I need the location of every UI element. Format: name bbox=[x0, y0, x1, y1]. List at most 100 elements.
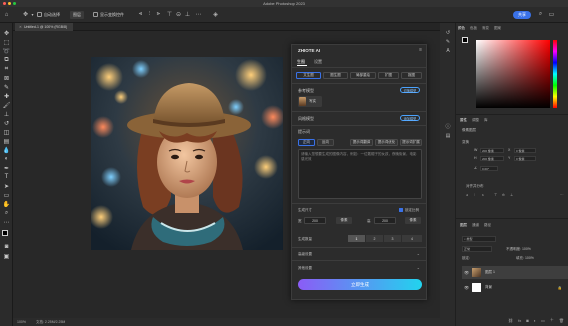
quick-mask-icon[interactable]: ◙ bbox=[2, 243, 11, 251]
prompt-textarea[interactable]: 请输入您想要生成的图像内容，例如：一位戴帽子的女孩，夜晚街景，电影感光效 bbox=[298, 149, 422, 199]
add-model-button[interactable]: 添加模型 bbox=[400, 115, 420, 121]
generate-button[interactable]: 立即生成 bbox=[298, 279, 422, 290]
prompt-optimize-button[interactable]: 提示词优化 bbox=[375, 139, 398, 146]
layer-select-dropdown[interactable]: 图层 bbox=[70, 11, 84, 19]
align-bottom-icon[interactable]: ⊥ bbox=[184, 11, 191, 18]
visibility-eye-icon[interactable]: 👁 bbox=[464, 285, 469, 290]
blur-tool-icon[interactable]: 💧 bbox=[2, 146, 11, 154]
tab-layers[interactable]: 图层 bbox=[460, 223, 467, 228]
count-option-3[interactable]: 3 bbox=[384, 235, 401, 242]
prompt-tab-negative[interactable]: 反向 bbox=[317, 139, 334, 146]
home-icon[interactable]: ⌂ bbox=[3, 11, 10, 18]
prompt-tab-positive[interactable]: 正向 bbox=[298, 139, 315, 146]
count-option-4[interactable]: 4 bbox=[402, 235, 422, 242]
tab-paths[interactable]: 路径 bbox=[484, 223, 491, 228]
opacity-field[interactable]: 不透明度: 100% bbox=[506, 247, 531, 252]
healing-brush-tool-icon[interactable]: ✚ bbox=[2, 92, 11, 100]
show-transform-checkbox[interactable] bbox=[93, 12, 98, 17]
align-right-icon[interactable]: ⫸ bbox=[155, 11, 162, 18]
brush-tool-icon[interactable]: 🖌 bbox=[2, 101, 11, 109]
foreground-swatch[interactable] bbox=[462, 37, 468, 43]
move-tool-icon[interactable]: ✥ bbox=[2, 29, 11, 37]
delete-layer-icon[interactable]: 🗑 bbox=[559, 318, 564, 323]
tab-gradients[interactable]: 渐变 bbox=[482, 26, 489, 31]
chevron-down-icon[interactable]: ⌄ bbox=[417, 265, 420, 270]
feature-image-to-image[interactable]: 图生图 bbox=[323, 72, 348, 79]
more-options-icon[interactable]: ⋯ bbox=[195, 11, 202, 18]
frame-tool-icon[interactable]: ⊠ bbox=[2, 74, 11, 82]
feature-outpaint[interactable]: 扩图 bbox=[378, 72, 399, 79]
prompt-expand-button[interactable]: 提示词扩展 bbox=[400, 139, 422, 146]
stamp-tool-icon[interactable]: ⊥ bbox=[2, 110, 11, 118]
fill-field[interactable]: 填充: 100% bbox=[516, 256, 534, 261]
lock-ratio-checkbox[interactable] bbox=[399, 208, 403, 212]
switch-model-button[interactable]: 切换模型 bbox=[400, 87, 420, 93]
info-icon[interactable]: ⓘ bbox=[444, 123, 452, 130]
visibility-eye-icon[interactable]: 👁 bbox=[464, 270, 469, 275]
color-picker-field[interactable] bbox=[476, 40, 550, 108]
workspace-icon[interactable]: ▭ bbox=[548, 11, 555, 18]
adjustment-layer-icon[interactable]: ◐ bbox=[534, 318, 536, 323]
w-field[interactable]: 200 像素 bbox=[480, 148, 504, 153]
layer-row[interactable]: 👁 背景 🔒 bbox=[462, 281, 568, 294]
new-layer-icon[interactable]: ＋ bbox=[550, 317, 554, 323]
angle-field[interactable]: 0.00° bbox=[480, 166, 498, 171]
rectangle-tool-icon[interactable]: ▭ bbox=[2, 191, 11, 199]
hand-tool-icon[interactable]: ✋ bbox=[2, 200, 11, 208]
layer-comps-icon[interactable]: ▤ bbox=[444, 132, 452, 139]
align-top-icon[interactable]: ⊤ bbox=[494, 193, 497, 197]
align-middle-icon[interactable]: ⊝ bbox=[175, 11, 182, 18]
prompt-translate-button[interactable]: 提示词翻译 bbox=[350, 139, 373, 146]
screen-mode-icon[interactable]: ▣ bbox=[2, 252, 11, 260]
lasso-tool-icon[interactable]: ➰ bbox=[2, 47, 11, 55]
hue-slider[interactable] bbox=[553, 40, 557, 108]
zoom-level[interactable]: 100% bbox=[17, 320, 26, 324]
history-icon[interactable]: ↺ bbox=[444, 29, 452, 36]
type-tool-icon[interactable]: T bbox=[2, 173, 11, 181]
chevron-down-icon[interactable]: ⌄ bbox=[417, 251, 420, 256]
width-unit-select[interactable]: 像素 bbox=[336, 217, 352, 224]
align-middle-icon[interactable]: ⊝ bbox=[502, 193, 505, 197]
tab-swatches[interactable]: 色板 bbox=[470, 26, 477, 31]
document-tab[interactable]: ✕ Untitled-1 @ 100% (RGB/8) bbox=[15, 23, 74, 31]
auto-select-checkbox[interactable] bbox=[37, 12, 42, 17]
tab-patterns[interactable]: 图案 bbox=[494, 26, 501, 31]
close-tab-icon[interactable]: ✕ bbox=[19, 25, 22, 29]
share-button[interactable]: 共享 bbox=[513, 11, 531, 19]
brush-settings-icon[interactable]: ✎ bbox=[444, 38, 452, 45]
align-left-icon[interactable]: ⫷ bbox=[466, 193, 468, 197]
history-brush-tool-icon[interactable]: ↺ bbox=[2, 119, 11, 127]
layer-row[interactable]: 👁 图层 1 bbox=[462, 266, 568, 279]
crop-tool-icon[interactable]: ⌗ bbox=[2, 65, 11, 73]
align-bottom-icon[interactable]: ⊥ bbox=[510, 193, 513, 197]
dodge-tool-icon[interactable]: ◐ bbox=[2, 155, 11, 163]
model-chip[interactable]: 写实 bbox=[298, 96, 322, 107]
feature-inpaint[interactable]: 局部重绘 bbox=[350, 72, 376, 79]
more-settings-label[interactable]: 其他设置 bbox=[298, 266, 312, 271]
height-unit-select[interactable]: 像素 bbox=[405, 217, 421, 224]
tab-color[interactable]: 颜色 bbox=[458, 26, 465, 31]
advanced-settings-label[interactable]: 高级设置 bbox=[298, 252, 312, 257]
x-field[interactable]: 0 像素 bbox=[514, 148, 536, 153]
width-input[interactable]: 200 bbox=[304, 217, 326, 224]
tab-adjustments[interactable]: 调整 bbox=[472, 118, 479, 123]
portrait-photo[interactable] bbox=[91, 57, 283, 250]
chevron-down-icon[interactable]: ▾ bbox=[29, 11, 36, 18]
layer-filter-search[interactable]: ⌕ 类型 bbox=[462, 236, 496, 242]
3d-mode-icon[interactable]: ◈ bbox=[212, 11, 219, 18]
gradient-tool-icon[interactable]: ▤ bbox=[2, 137, 11, 145]
layer-style-icon[interactable]: fx bbox=[518, 318, 521, 323]
object-select-tool-icon[interactable]: ⧉ bbox=[2, 56, 11, 64]
add-mask-icon[interactable]: ◙ bbox=[526, 318, 528, 323]
pen-tool-icon[interactable]: ✒ bbox=[2, 164, 11, 172]
zoom-tool-icon[interactable]: ⌕ bbox=[2, 209, 11, 217]
link-layers-icon[interactable]: ⛓ bbox=[508, 318, 513, 323]
panel-menu-icon[interactable]: ≡ bbox=[419, 47, 422, 53]
move-tool-icon[interactable]: ✥ bbox=[22, 11, 29, 18]
blend-mode-select[interactable]: 正常 bbox=[462, 246, 492, 252]
count-option-2[interactable]: 2 bbox=[366, 235, 383, 242]
search-icon[interactable]: ⌕ bbox=[537, 11, 544, 18]
more-tools-icon[interactable]: ⋯ bbox=[2, 218, 11, 226]
count-option-1[interactable]: 1 bbox=[348, 235, 365, 242]
y-field[interactable]: 0 像素 bbox=[514, 156, 536, 161]
